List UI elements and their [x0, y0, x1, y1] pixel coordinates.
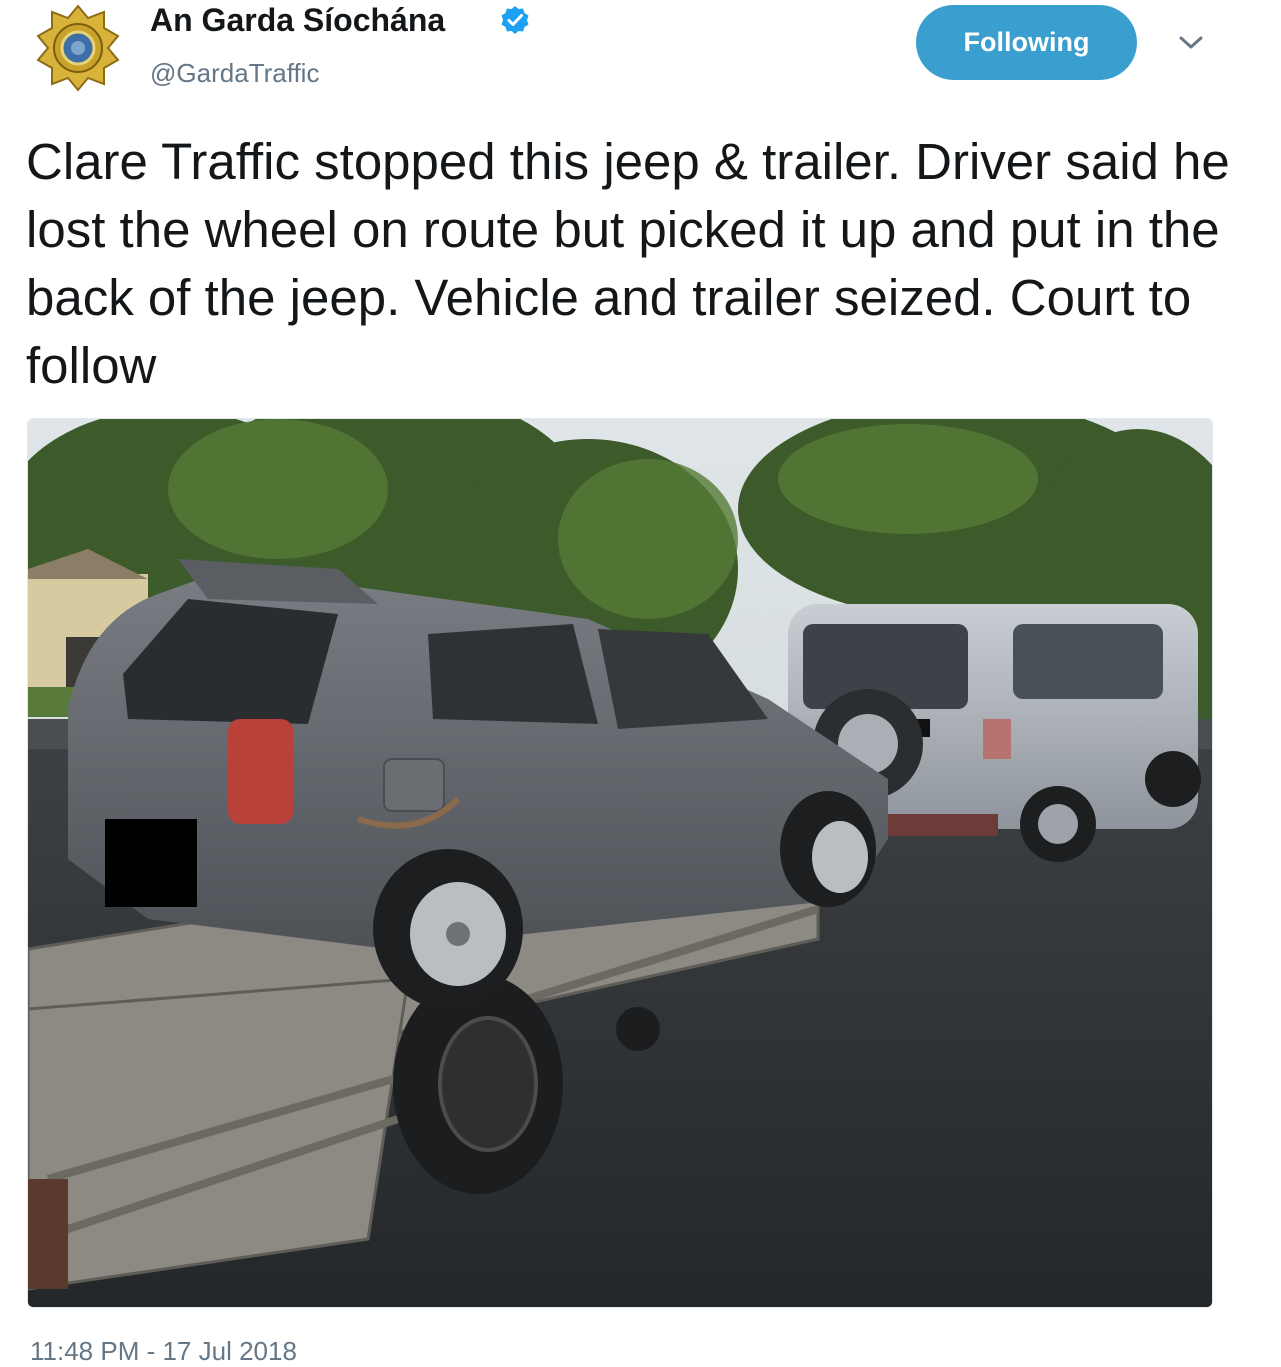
tweet-text: Clare Traffic stopped this jeep & traile… [26, 133, 1230, 394]
car-on-trailer-photo [28, 419, 1212, 1307]
account-display-name[interactable]: An Garda Síochána [150, 2, 445, 39]
avatar-garda-badge[interactable] [34, 4, 122, 92]
following-button[interactable]: Following [916, 5, 1137, 80]
garda-badge-icon [36, 4, 120, 92]
tweet-photo[interactable] [27, 418, 1213, 1308]
tweet-timestamp[interactable]: 11:48 PM - 17 Jul 2018 [30, 1336, 297, 1367]
account-handle[interactable]: @GardaTraffic [150, 58, 319, 89]
verified-badge-icon [500, 5, 530, 35]
chevron-down-icon[interactable] [1178, 34, 1204, 52]
